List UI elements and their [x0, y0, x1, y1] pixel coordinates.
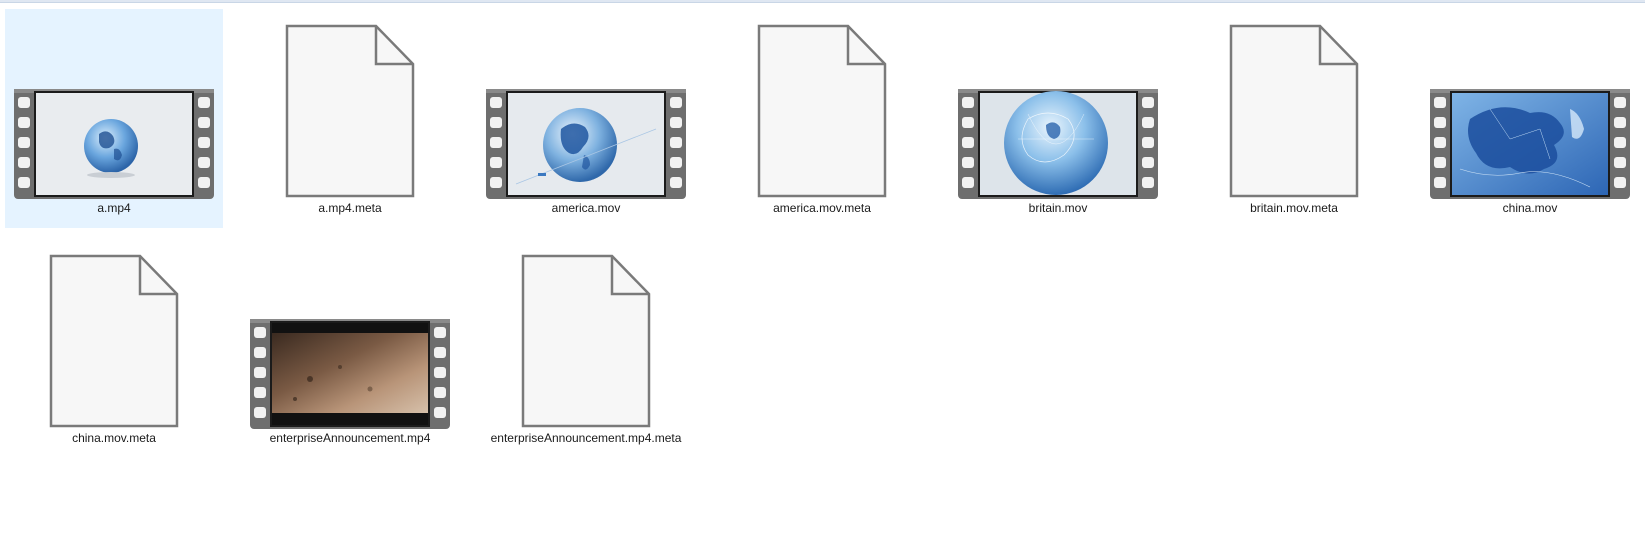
video-film-icon: [1430, 89, 1630, 199]
file-item-video[interactable]: britain.mov: [949, 9, 1167, 228]
file-item-meta[interactable]: britain.mov.meta: [1185, 9, 1403, 228]
window-top-border: [0, 0, 1645, 3]
file-thumbnail: [250, 239, 450, 429]
file-thumbnail: [958, 9, 1158, 199]
document-icon: [48, 254, 180, 429]
file-view-grid: a.mp4 a.mp4.meta america.mov america.mov…: [5, 9, 1645, 469]
file-thumbnail: [14, 239, 214, 429]
file-item-video[interactable]: enterpriseAnnouncement.mp4: [241, 239, 459, 458]
file-name-label: america.mov.meta: [773, 201, 871, 215]
file-thumbnail: [722, 9, 922, 199]
file-thumbnail: [1430, 9, 1630, 199]
video-film-icon: [486, 89, 686, 199]
file-name-label: a.mp4: [97, 201, 131, 215]
file-item-meta[interactable]: america.mov.meta: [713, 9, 931, 228]
file-name-label: america.mov: [551, 201, 621, 215]
file-name-label: britain.mov.meta: [1250, 201, 1338, 215]
file-item-video[interactable]: china.mov: [1421, 9, 1639, 228]
file-name-label: enterpriseAnnouncement.mp4: [269, 431, 431, 445]
file-name-label: a.mp4.meta: [318, 201, 382, 215]
document-icon: [284, 24, 416, 199]
file-thumbnail: [1194, 9, 1394, 199]
file-name-label: china.mov.meta: [72, 431, 156, 445]
video-film-icon: [250, 319, 450, 429]
file-item-meta[interactable]: enterpriseAnnouncement.mp4.meta: [477, 239, 695, 458]
file-item-meta[interactable]: china.mov.meta: [5, 239, 223, 458]
file-name-label: britain.mov: [1028, 201, 1088, 215]
file-name-label: enterpriseAnnouncement.mp4.meta: [490, 431, 682, 445]
video-film-icon: [14, 89, 214, 199]
file-item-video[interactable]: a.mp4: [5, 9, 223, 228]
file-name-label: china.mov: [1502, 201, 1558, 215]
file-thumbnail: [250, 9, 450, 199]
file-item-video[interactable]: america.mov: [477, 9, 695, 228]
file-thumbnail: [14, 9, 214, 199]
document-icon: [520, 254, 652, 429]
file-thumbnail: [486, 9, 686, 199]
document-icon: [756, 24, 888, 199]
file-item-meta[interactable]: a.mp4.meta: [241, 9, 459, 228]
document-icon: [1228, 24, 1360, 199]
video-film-icon: [958, 89, 1158, 199]
file-thumbnail: [486, 239, 686, 429]
